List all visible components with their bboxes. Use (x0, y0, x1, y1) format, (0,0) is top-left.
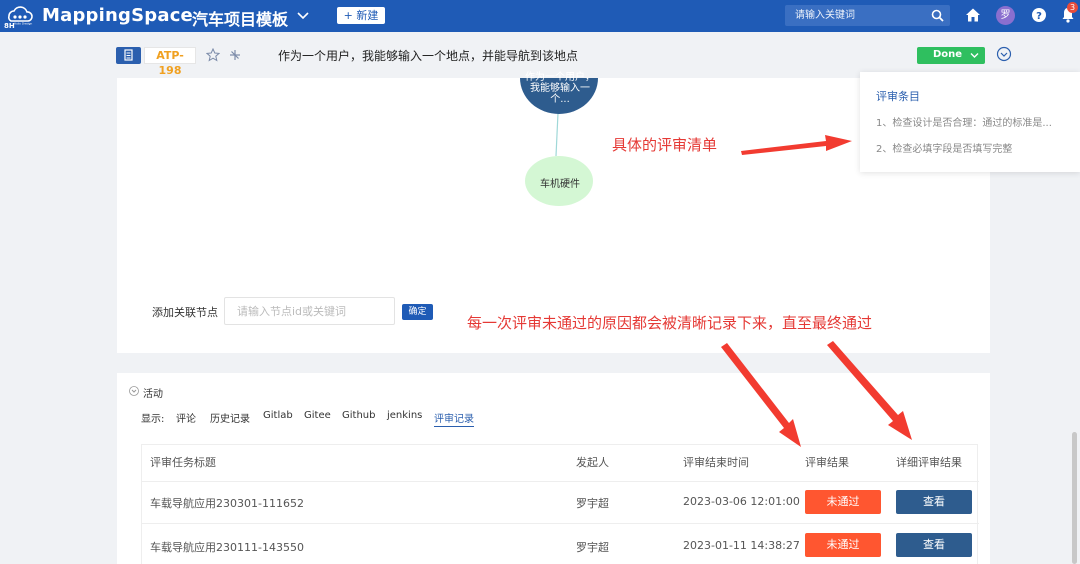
status-badge: 未通过 (805, 533, 881, 557)
popup-title: 评审条目 (876, 90, 920, 103)
notification-badge: 3 (1067, 2, 1078, 13)
node-connector (555, 112, 559, 157)
view-button[interactable]: 查看 (896, 490, 972, 514)
task-title[interactable]: 车载导航应用230301-111652 (150, 495, 304, 511)
tab-jenkins[interactable]: jenkins (387, 410, 422, 421)
top-navigation-bar: 8H Auto Design MappingSpace 汽车项目模板 + 新建 … (0, 0, 1080, 32)
svg-text:?: ? (1036, 11, 1042, 22)
issue-key[interactable]: ATP-198 (144, 47, 196, 77)
tab-github[interactable]: Github (342, 410, 375, 421)
initiator: 罗宇超 (576, 541, 609, 554)
issue-title: 作为一个用户，我能够输入一个地点，并能导航到该地点 (278, 49, 579, 63)
document-icon[interactable] (116, 47, 141, 64)
mind-node-top-text: 作为一个用户，我能够输入一个... (525, 72, 595, 105)
expand-circle-icon[interactable] (996, 46, 1012, 62)
column-header: 发起人 (576, 456, 609, 469)
show-label: 显示: (141, 414, 165, 425)
search-icon[interactable] (931, 9, 944, 22)
view-button[interactable]: 查看 (896, 533, 972, 557)
project-name[interactable]: 汽车项目模板 (192, 6, 288, 30)
mind-node-bottom-text: 车机硬件 (540, 179, 580, 190)
status-dropdown[interactable]: Done (917, 47, 985, 64)
avatar[interactable]: 罗 (996, 6, 1015, 25)
row-divider (142, 481, 979, 482)
search-box (785, 5, 950, 26)
collapse-icon[interactable] (129, 386, 139, 396)
end-time: 2023-01-11 14:38:27 (683, 539, 800, 552)
status-label: Done (933, 49, 963, 60)
review-records-table: 评审任务标题 发起人 评审结束时间 评审结果 详细评审结果 车载导航应用2303… (141, 444, 979, 564)
new-button[interactable]: + 新建 (337, 7, 385, 24)
help-icon[interactable]: ? (1031, 7, 1047, 23)
logo-subtext: Auto Design (14, 22, 32, 26)
star-icon[interactable] (206, 48, 220, 62)
home-icon[interactable] (965, 7, 981, 23)
annotation-records: 每一次评审未通过的原因都会被清晰记录下来，直至最终通过 (467, 314, 873, 332)
network-icon[interactable] (228, 48, 242, 62)
tab-gitlab[interactable]: Gitlab (263, 410, 293, 421)
tab-history[interactable]: 历史记录 (210, 410, 250, 425)
activity-panel: 活动 显示: 评论 历史记录 Gitlab Gitee Github jenki… (117, 373, 990, 564)
initiator: 罗宇超 (576, 497, 609, 510)
checklist-item[interactable]: 2、检查必填字段是否填写完整 (876, 140, 1012, 155)
tab-gitee[interactable]: Gitee (304, 410, 331, 421)
column-header: 评审结束时间 (683, 456, 749, 469)
confirm-button[interactable]: 确定 (402, 304, 433, 320)
scrollbar[interactable] (1072, 432, 1077, 564)
add-node-label: 添加关联节点 (152, 306, 218, 319)
node-search-input[interactable] (224, 297, 395, 325)
column-header: 评审结果 (805, 456, 849, 469)
column-header: 评审任务标题 (150, 456, 216, 469)
chevron-down-icon (970, 53, 979, 58)
activity-title: 活动 (143, 389, 163, 400)
cloud-logo-icon[interactable]: 8H Auto Design (2, 2, 36, 30)
tab-comments[interactable]: 评论 (176, 410, 196, 425)
review-checklist-popup: 评审条目 1、检查设计是否合理：通过的标准是... 2、检查必填字段是否填写完整 (860, 72, 1080, 172)
end-time: 2023-03-06 12:01:00 (683, 495, 800, 508)
brand-name[interactable]: MappingSpace (42, 5, 193, 26)
search-input[interactable] (785, 5, 925, 26)
column-header: 详细评审结果 (896, 456, 962, 469)
task-title[interactable]: 车载导航应用230111-143550 (150, 539, 304, 555)
status-badge: 未通过 (805, 490, 881, 514)
tab-review-records[interactable]: 评审记录 (434, 410, 474, 427)
annotation-checklist: 具体的评审清单 (612, 136, 718, 154)
checklist-item[interactable]: 1、检查设计是否合理：通过的标准是... (876, 114, 1076, 129)
row-divider (142, 523, 979, 524)
chevron-down-icon[interactable] (296, 9, 310, 23)
